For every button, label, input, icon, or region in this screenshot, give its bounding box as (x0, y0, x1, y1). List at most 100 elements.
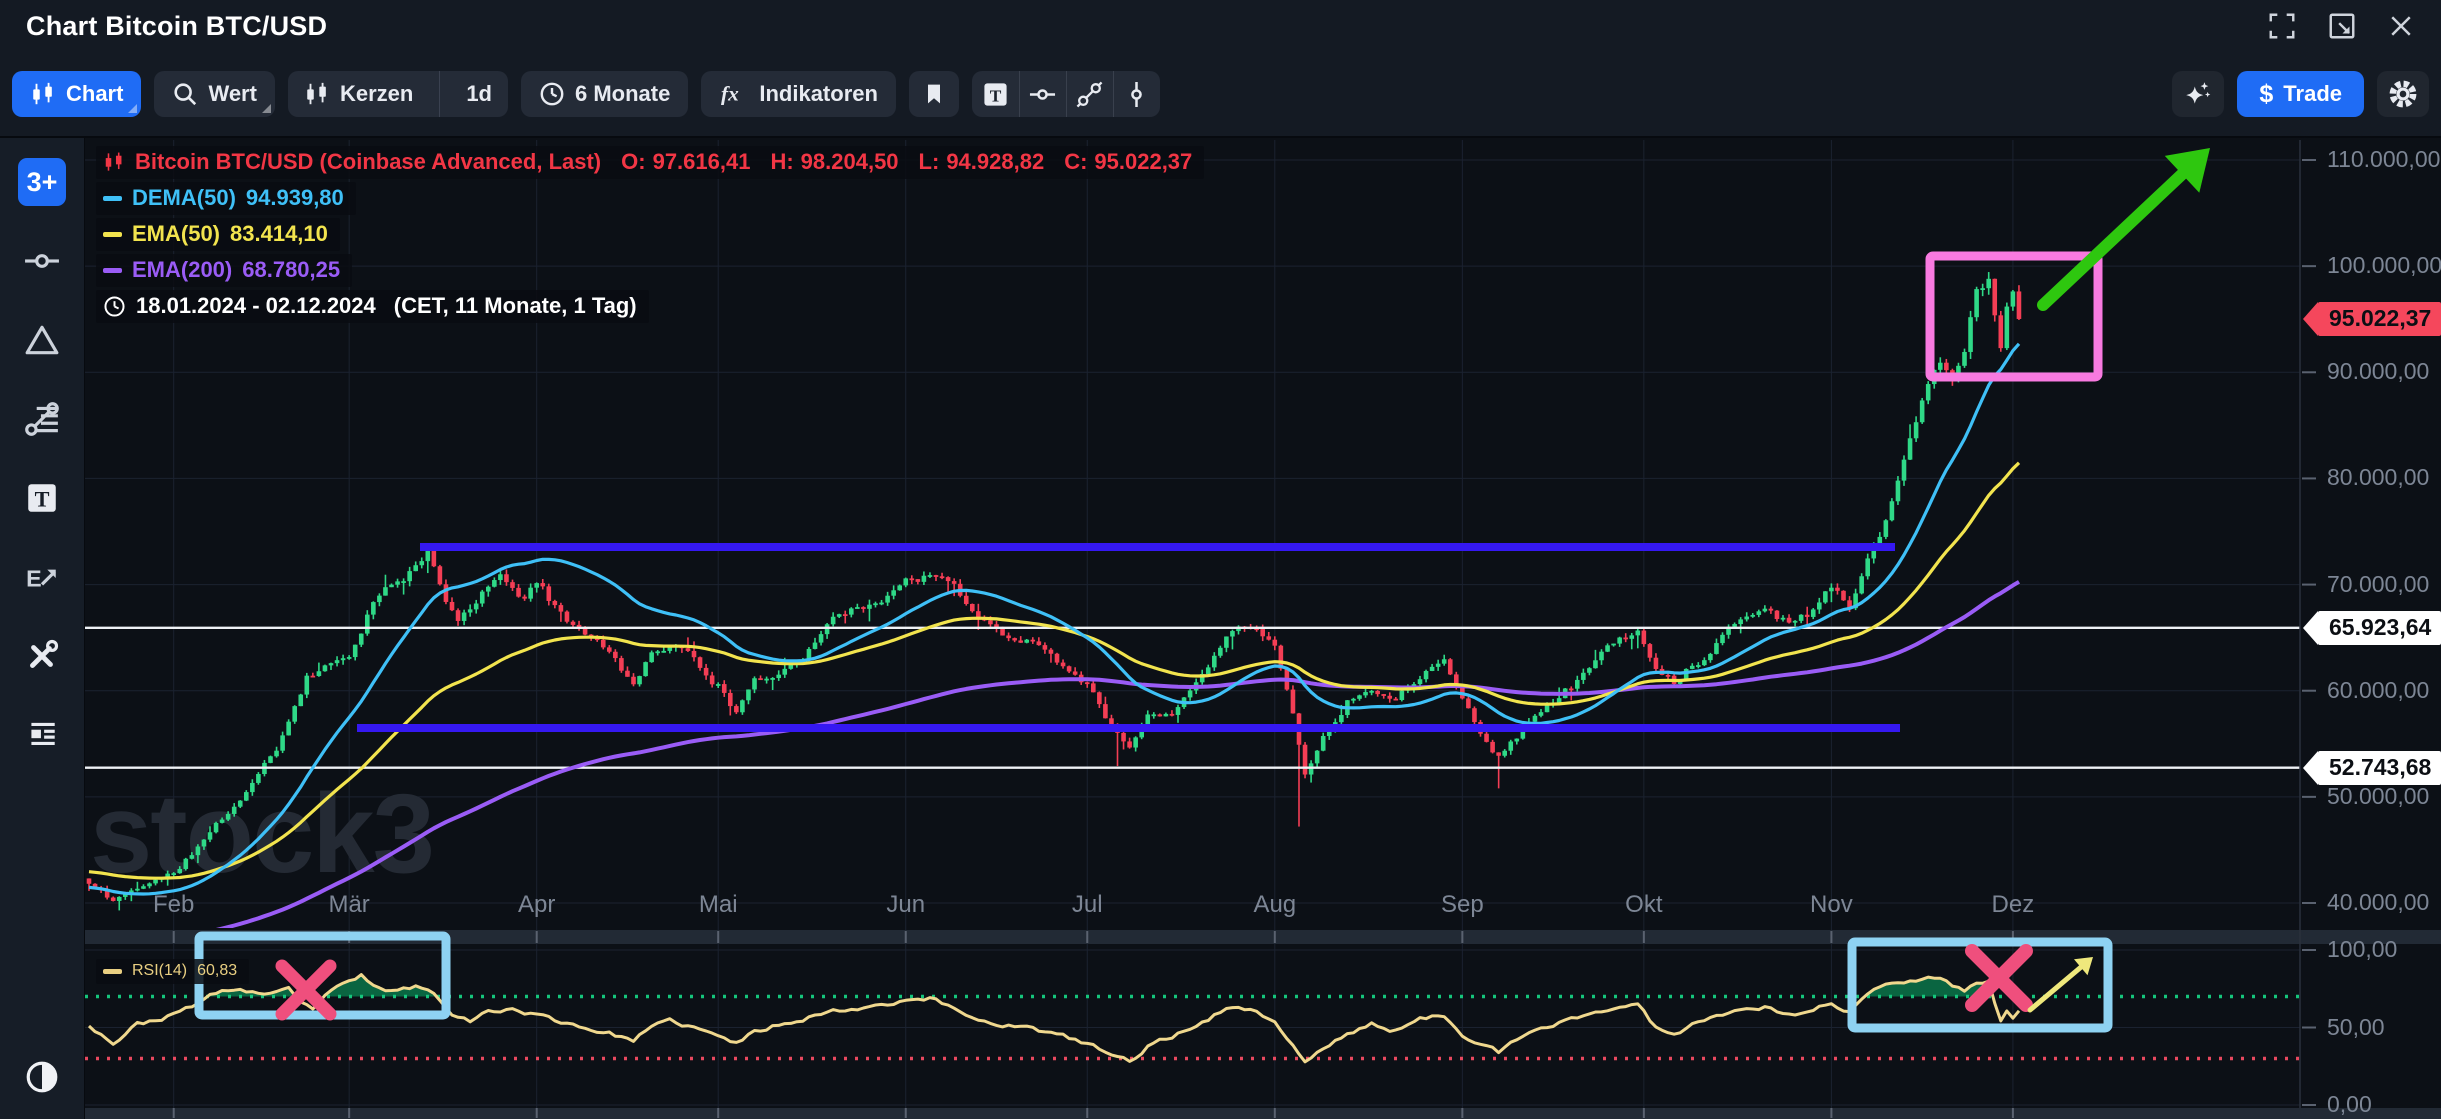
fullscreen-icon (2267, 11, 2297, 41)
forecast-icon: E (24, 559, 60, 595)
stock3-plus-icon: 3+ (27, 167, 58, 198)
forecast-tool-button[interactable]: E (18, 553, 66, 601)
visible-range-detail: (CET, 11 Monate, 1 Tag) (394, 293, 637, 319)
window-title: Chart Bitcoin BTC/USD (26, 11, 327, 42)
layout-template-icon (24, 717, 60, 753)
triangle-tool-button[interactable] (18, 316, 66, 364)
candle-type-label: Kerzen (340, 81, 413, 107)
candlestick-icon (30, 81, 56, 107)
close-icon (2387, 12, 2415, 40)
contrast-icon (24, 1058, 60, 1096)
gear-icon (2388, 79, 2418, 109)
open-label: O: (621, 149, 645, 175)
theme-toggle-button[interactable] (18, 1053, 66, 1101)
candlestick-icon (103, 151, 125, 173)
text-tool-button[interactable]: T (972, 71, 1019, 117)
horizontal-line-icon (1029, 81, 1056, 108)
chart-window: stock3 Chart Bitcoin BTC/USD Chart Wert (0, 0, 2441, 1119)
layout-button[interactable] (18, 711, 66, 759)
vertical-line-icon (1123, 81, 1150, 108)
tools-button[interactable] (18, 632, 66, 680)
clock-icon (539, 81, 565, 107)
low-label: L: (919, 149, 940, 175)
horizontal-line-tool-button[interactable] (1019, 71, 1066, 117)
rsi-value: 60,83 (197, 962, 237, 980)
visible-range: 18.01.2024 - 02.12.2024 (136, 293, 376, 319)
divider (439, 71, 440, 117)
rsi-panel (207, 975, 1993, 997)
time-range-button[interactable]: 6 Monate (521, 71, 688, 117)
pattern-tool-button[interactable] (18, 395, 66, 443)
trade-button[interactable]: $ Trade (2237, 71, 2364, 117)
candlestick-icon (304, 81, 330, 107)
symbol-search-button[interactable]: Wert (154, 71, 275, 117)
close-label: C: (1064, 149, 1087, 175)
indicators-label: Indikatoren (759, 81, 878, 107)
dema-color-swatch (103, 196, 122, 201)
vertical-line-tool-button[interactable] (1113, 71, 1160, 117)
ema200-value: 68.780,25 (242, 257, 340, 283)
sparkles-button[interactable] (2172, 71, 2224, 117)
open-value: 97.616,41 (653, 149, 751, 175)
drawing-sidebar: 3+ T E (0, 138, 85, 1119)
sparkles-icon (2183, 79, 2213, 109)
trade-label: Trade (2283, 81, 2342, 107)
time-range-label: 6 Monate (575, 81, 670, 107)
ema50-color-swatch (103, 232, 122, 237)
dema-value: 94.939,80 (246, 185, 344, 211)
pattern-lines-icon (24, 401, 60, 437)
bookmark-icon (922, 81, 946, 107)
time-axis[interactable] (85, 1108, 2441, 1119)
indicators-button[interactable]: fx Indikatoren (701, 71, 896, 117)
fullscreen-button[interactable] (2267, 11, 2297, 41)
curve-tool-button[interactable] (1066, 71, 1113, 117)
ema200-color-swatch (103, 268, 122, 273)
dema-label: DEMA(50) (132, 185, 236, 211)
chart-mode-button[interactable]: Chart (12, 71, 141, 117)
rsi-legend-row[interactable]: RSI(14) 60,83 (96, 959, 249, 984)
resize-icon (2327, 11, 2357, 41)
horizontal-line-icon (24, 243, 60, 279)
settings-button[interactable] (2377, 71, 2429, 117)
search-icon (172, 81, 198, 107)
stock3-tool-button[interactable]: 3+ (18, 158, 66, 206)
resize-button[interactable] (2327, 11, 2357, 41)
bookmark-button[interactable] (909, 71, 959, 117)
ema50-label: EMA(50) (132, 221, 220, 247)
trendline-tool-button[interactable] (18, 237, 66, 285)
close-button[interactable] (2387, 12, 2415, 40)
curve-tool-icon (1076, 81, 1103, 108)
legend-main-row[interactable]: Bitcoin BTC/USD (Coinbase Advanced, Last… (96, 146, 1204, 179)
rsi-color-swatch (103, 969, 122, 974)
close-value: 95.022,37 (1094, 149, 1192, 175)
svg-text:E: E (26, 566, 42, 592)
candle-type-group: Kerzen 1d (288, 71, 508, 117)
text-tool-icon: T (24, 480, 60, 516)
legend-ema200-row[interactable]: EMA(200) 68.780,25 (96, 254, 352, 287)
drawing-tools-group: T (972, 71, 1160, 117)
bullish-arrow[interactable] (2043, 148, 2210, 305)
clock-icon (103, 295, 126, 318)
titlebar: Chart Bitcoin BTC/USD (0, 0, 2441, 52)
rsi-label: RSI(14) (132, 962, 187, 980)
ema50-value: 83.414,10 (230, 221, 328, 247)
tools-icon (24, 638, 60, 674)
chart-mode-label: Chart (66, 81, 123, 107)
candle-type-button[interactable]: Kerzen (288, 71, 429, 117)
svg-text:fx: fx (721, 82, 739, 106)
low-value: 94.928,82 (946, 149, 1044, 175)
fx-icon: fx (719, 81, 749, 107)
toolbar: Chart Wert Kerzen 1d 6 Monate fx Indikat… (0, 52, 2441, 138)
price-axis[interactable] (2300, 140, 2441, 1108)
legend-dema-row[interactable]: DEMA(50) 94.939,80 (96, 182, 356, 215)
high-label: H: (770, 149, 793, 175)
symbol-search-label: Wert (208, 81, 257, 107)
svg-text:T: T (990, 86, 1002, 105)
interval-button[interactable]: 1d (450, 71, 508, 117)
ema200-label: EMA(200) (132, 257, 232, 283)
legend-range-row: 18.01.2024 - 02.12.2024 (CET, 11 Monate,… (96, 290, 649, 323)
text-tool-button[interactable]: T (18, 474, 66, 522)
rsi-projection-arrow[interactable] (2030, 957, 2093, 1010)
legend-ema50-row[interactable]: EMA(50) 83.414,10 (96, 218, 340, 251)
triangle-icon (24, 322, 60, 358)
